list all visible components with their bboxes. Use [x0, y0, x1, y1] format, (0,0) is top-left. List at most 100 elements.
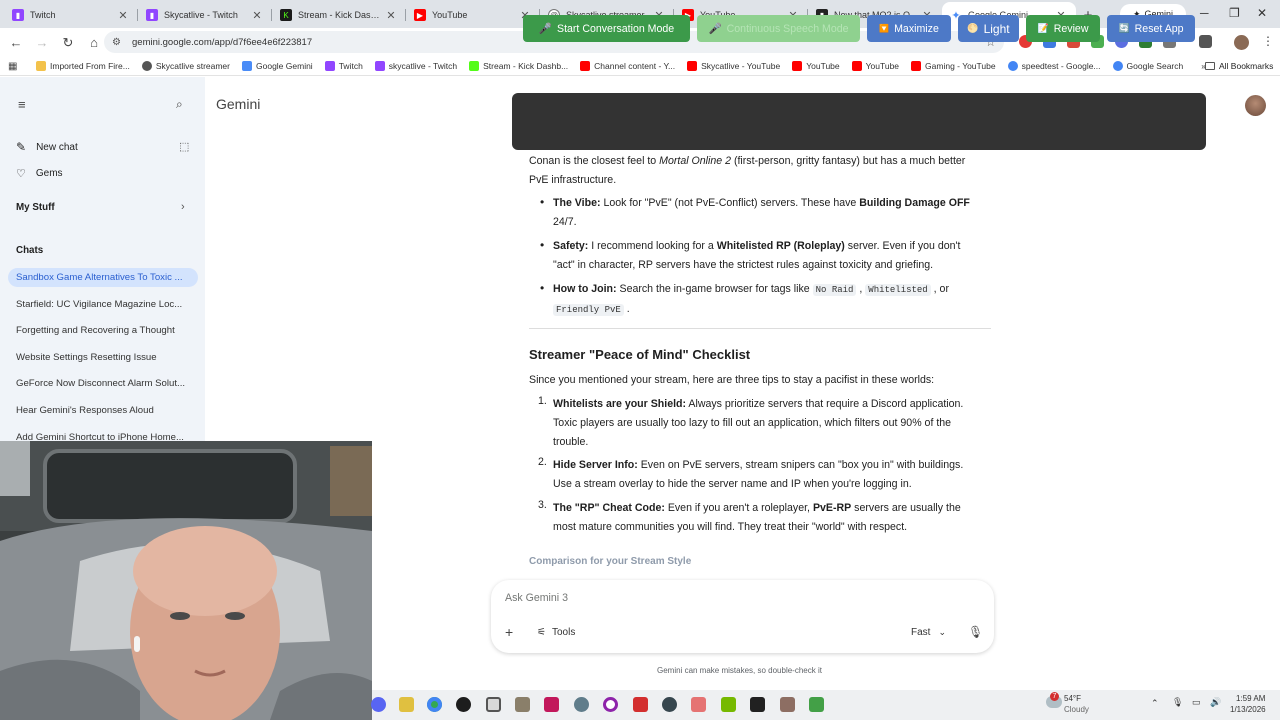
kick-icon: K [280, 9, 292, 21]
tab-youtube[interactable]: ▶ YouTube ✕ [406, 2, 540, 28]
restore-icon[interactable]: ❐ [1229, 6, 1240, 20]
tab-twitch[interactable]: ▮ Twitch ✕ [4, 2, 138, 28]
bookmark-item[interactable]: Stream - Kick Dashb... [469, 61, 568, 71]
chat-item[interactable]: Forgetting and Recovering a Thought [16, 325, 194, 336]
chat-item[interactable]: Hear Gemini's Responses Aloud [16, 405, 194, 416]
model-mode-dropdown[interactable]: Fast ⌄ [911, 627, 946, 638]
app-icon[interactable] [780, 697, 795, 712]
chevron-down-icon: 🔽 [879, 24, 890, 33]
gems-button[interactable]: ♡ Gems [16, 167, 63, 180]
microphone-icon[interactable]: 🎙 [968, 625, 983, 639]
bullet-icon: • [540, 195, 545, 209]
button-label: Light [983, 21, 1010, 36]
home-icon[interactable]: ⌂ [82, 31, 106, 55]
list-item: The Vibe: Look for "PvE" (not PvE-Confli… [553, 197, 970, 228]
bookmark-item[interactable]: Skycatlive streamer [141, 61, 230, 71]
start-conversation-mode-button[interactable]: 🎤 Start Conversation Mode [523, 15, 690, 42]
apps-grid-icon[interactable]: ▦ [8, 61, 22, 72]
screenshot-icon[interactable] [1199, 35, 1212, 48]
prompt-input[interactable] [505, 592, 885, 604]
twitch-icon [324, 61, 335, 71]
close-icon[interactable]: ✕ [384, 9, 398, 22]
twitch-icon: ▮ [12, 9, 24, 21]
bookmark-item[interactable]: Skycatlive - YouTube [687, 61, 780, 71]
close-icon[interactable]: ✕ [250, 9, 264, 22]
bookmark-item[interactable]: Google Gemini [242, 61, 313, 71]
back-icon[interactable]: ← [4, 31, 28, 55]
volume-icon[interactable]: 🔊 [1210, 697, 1221, 708]
bookmark-item[interactable]: speedtest - Google... [1007, 61, 1101, 71]
spiral-icon [141, 61, 152, 71]
reset-app-button[interactable]: 🔄 Reset App [1107, 15, 1195, 42]
gemini-brand[interactable]: Gemini [216, 96, 260, 112]
bookmark-item[interactable]: Imported From Fire... [36, 61, 130, 71]
review-button[interactable]: 📝 Review [1026, 15, 1100, 42]
minimize-icon[interactable]: ─ [1200, 6, 1209, 20]
settings-icon[interactable] [574, 697, 589, 712]
nvidia-icon[interactable] [721, 697, 736, 712]
url-text: gemini.google.com/app/d7f6ee4e6f223817 [132, 36, 313, 48]
app-icon[interactable] [633, 697, 648, 712]
new-chat-label: New chat [36, 141, 78, 153]
app-icon[interactable] [809, 697, 824, 712]
app-icon[interactable] [399, 697, 414, 712]
bookmark-label: Google Search [1126, 61, 1184, 71]
bookmark-label: Skycatlive streamer [155, 61, 230, 71]
profile-avatar[interactable] [1234, 35, 1249, 50]
new-chat-button[interactable]: ✎ New chat [16, 140, 78, 154]
clock-date[interactable]: 1/13/2026 [1230, 705, 1266, 714]
chat-item[interactable]: Starfield: UC Vigilance Magazine Loc... [16, 299, 194, 310]
app-icon[interactable] [662, 697, 677, 712]
reload-icon[interactable]: ↻ [56, 31, 80, 55]
chevron-right-icon[interactable]: › [181, 201, 185, 213]
temporary-chat-icon[interactable]: ⬚ [179, 140, 189, 153]
app-icon[interactable] [691, 697, 706, 712]
account-avatar[interactable] [1245, 95, 1266, 116]
app-icon[interactable] [603, 697, 618, 712]
app-icon[interactable] [456, 697, 471, 712]
tab-skycatlive-twitch[interactable]: ▮ Skycatlive - Twitch ✕ [138, 2, 272, 28]
light-theme-button[interactable]: 🌕 Light [958, 15, 1019, 42]
maximize-button[interactable]: 🔽 Maximize [867, 15, 951, 42]
add-icon[interactable]: + [505, 624, 513, 640]
microphone-icon[interactable]: 🎙 [1172, 697, 1183, 708]
chat-item[interactable]: GeForce Now Disconnect Alarm Solut... [16, 378, 194, 389]
chat-item-active[interactable]: Sandbox Game Alternatives To Toxic ... [8, 268, 198, 287]
discord-icon[interactable] [371, 697, 386, 712]
menu-icon[interactable]: ⋮ [1262, 34, 1274, 48]
bullet-icon: • [540, 238, 545, 252]
bookmark-item[interactable]: Twitch [324, 61, 363, 71]
clock-time[interactable]: 1:59 AM [1236, 694, 1265, 703]
search-icon[interactable]: ⌕ [176, 97, 183, 112]
folder-icon [1205, 62, 1215, 70]
divider [529, 328, 991, 329]
close-window-icon[interactable]: ✕ [1257, 6, 1267, 20]
tools-icon: ⚟ [537, 627, 546, 638]
app-icon[interactable] [486, 697, 501, 712]
chevron-up-icon[interactable]: ⌃ [1151, 698, 1159, 709]
site-settings-icon[interactable]: ⚙ [112, 37, 124, 48]
edit-icon: ✎ [16, 140, 27, 154]
hamburger-menu-icon[interactable]: ≡ [18, 97, 26, 112]
bookmark-item[interactable]: YouTube [792, 61, 840, 71]
youtube-icon [580, 61, 591, 71]
app-icon[interactable] [544, 697, 559, 712]
my-stuff-button[interactable]: My Stuff [16, 202, 55, 213]
epic-games-icon[interactable] [750, 697, 765, 712]
tools-button[interactable]: ⚟ Tools [537, 627, 575, 638]
bookmark-item[interactable]: Channel content - Y... [580, 61, 675, 71]
chat-item[interactable]: Website Settings Resetting Issue [16, 352, 194, 363]
bookmark-item[interactable]: Gaming - YouTube [911, 61, 996, 71]
continuous-speech-mode-button[interactable]: 🎤 Continuous Speech Mode [697, 15, 860, 42]
tab-title: Stream - Kick Dashboard [298, 10, 384, 20]
display-icon[interactable]: ▭ [1192, 697, 1201, 708]
forward-icon[interactable]: → [30, 31, 54, 55]
all-bookmarks[interactable]: All Bookmarks [1205, 61, 1273, 71]
app-icon[interactable] [515, 697, 530, 712]
bookmark-item[interactable]: Google Search [1112, 61, 1184, 71]
tab-kick-dashboard[interactable]: K Stream - Kick Dashboard ✕ [272, 2, 406, 28]
close-icon[interactable]: ✕ [116, 9, 130, 22]
bookmark-item[interactable]: skycatlive - Twitch [374, 61, 457, 71]
bookmark-item[interactable]: YouTube [851, 61, 899, 71]
chrome-icon[interactable] [427, 697, 442, 712]
